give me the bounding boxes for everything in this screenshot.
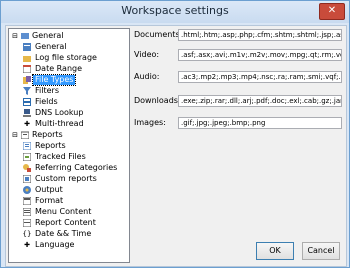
calendar-icon [23, 65, 31, 73]
output-icon [23, 186, 31, 194]
language-icon: ✚ [24, 241, 30, 249]
file-types-icon [23, 76, 31, 84]
braces-icon: {} [22, 230, 32, 238]
close-button[interactable]: ✕ [319, 3, 345, 20]
settings-window: Workspace settings ✕ ⊟ General General L… [0, 0, 350, 268]
folder-icon [23, 54, 31, 62]
reports-icon [23, 142, 31, 150]
downloads-field[interactable]: .exe;.zip;.rar;.dll;.arj;.pdf;.doc;.exl;… [178, 95, 342, 107]
audio-label: Audio: [134, 72, 160, 81]
tracked-files-icon [23, 153, 31, 161]
multi-thread-icon: ✚ [24, 120, 30, 128]
collapse-icon[interactable]: ⊟ [11, 130, 19, 140]
referring-categories-icon [23, 164, 31, 172]
cancel-button[interactable]: Cancel [302, 242, 340, 260]
title-bar: Workspace settings ✕ [1, 1, 349, 23]
window-title: Workspace settings [121, 4, 229, 17]
dns-icon [23, 109, 31, 117]
video-label: Video: [134, 50, 160, 59]
documents-field[interactable]: .html;.htm;.asp;.php;.cfm;.shtm;.shtml;.… [178, 29, 342, 41]
general-icon [23, 43, 31, 51]
close-icon: ✕ [327, 5, 337, 16]
ok-button[interactable]: OK [256, 242, 294, 260]
downloads-label: Downloads: [134, 96, 181, 105]
documents-label: Documents: [134, 30, 183, 39]
menu-content-icon [23, 208, 31, 216]
filter-icon [23, 87, 31, 95]
report-content-icon [23, 219, 31, 227]
images-label: Images: [134, 118, 166, 127]
audio-field[interactable]: .ac3;.mp2;.mp3;.mp4;.nsc;.ra;.ram;.smi;.… [178, 71, 342, 83]
collapse-icon[interactable]: ⊟ [11, 31, 19, 41]
video-field[interactable]: .asf;.asx;.avi;.m1v;.m2v;.mov;.mpg;.qt;.… [178, 49, 342, 61]
format-icon [23, 197, 31, 205]
images-field[interactable]: .gif;.jpg;.jpeg;.bmp;.png [178, 117, 342, 129]
custom-reports-icon [23, 175, 31, 183]
dialog-body: ⊟ General General Log file storage Date … [5, 25, 347, 267]
fields-icon [23, 98, 31, 106]
reports-folder-icon [21, 131, 29, 139]
settings-tree[interactable]: ⊟ General General Log file storage Date … [8, 28, 130, 263]
settings-icon [21, 32, 29, 40]
